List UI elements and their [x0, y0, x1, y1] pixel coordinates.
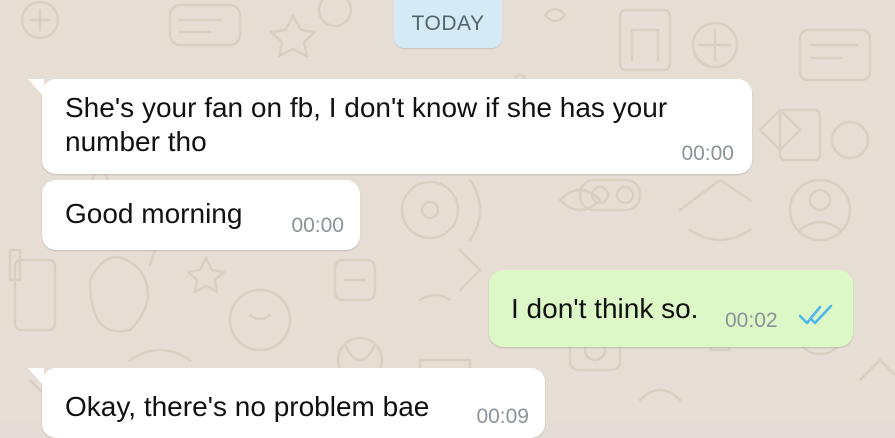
- message-text: number tho: [65, 126, 207, 157]
- double-check-read-icon: [798, 304, 833, 325]
- date-divider: TODAY: [394, 0, 502, 48]
- message-text: Okay, there's no problem bae: [65, 391, 430, 422]
- message-timestamp: 00:09: [476, 405, 529, 428]
- message-bubble-incoming[interactable]: Okay, there's no problem bae 00:09: [28, 368, 545, 438]
- message-bubble-incoming[interactable]: She's your fan on fb, I don't know if sh…: [28, 79, 752, 174]
- message-text: She's your fan on fb, I don't know if sh…: [65, 92, 668, 123]
- bubble-tail: [28, 368, 44, 386]
- message-bubble-incoming[interactable]: Good morning 00:00: [42, 180, 360, 250]
- message-text: I don't think so.: [511, 293, 699, 324]
- bubble-tail: [28, 79, 44, 97]
- message-timestamp: 00:02: [725, 309, 778, 332]
- message-timestamp: 00:00: [681, 142, 734, 165]
- date-divider-label: TODAY: [411, 12, 485, 35]
- message-text: Good morning: [65, 198, 243, 229]
- message-timestamp: 00:00: [291, 214, 344, 237]
- message-bubble-outgoing[interactable]: I don't think so. 00:02: [489, 270, 853, 347]
